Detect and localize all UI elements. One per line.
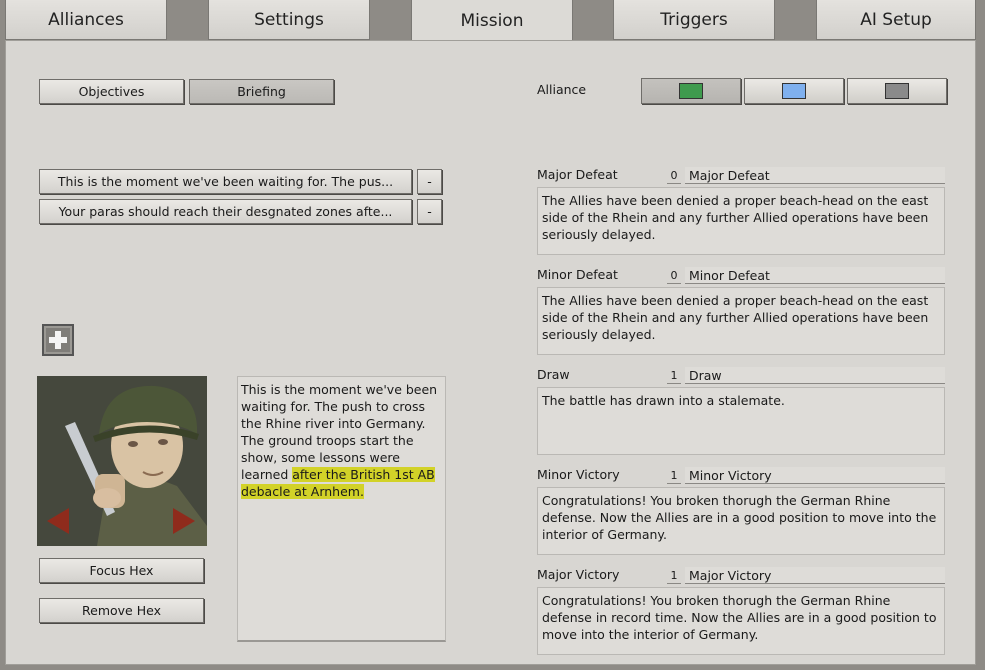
blue-swatch	[782, 83, 806, 99]
briefing-button[interactable]: Briefing	[189, 79, 334, 104]
alliance-blue-button[interactable]	[744, 78, 844, 104]
alliance-label: Alliance	[537, 82, 587, 97]
outcome-text-minor-defeat[interactable]: The Allies have been denied a proper bea…	[537, 287, 945, 355]
outcome-label-major-defeat: Major Defeat	[537, 167, 618, 182]
briefing-entry-1-remove-button[interactable]: -	[417, 169, 442, 194]
outcome-value-minor-victory[interactable]: 1	[667, 468, 681, 484]
outcome-text-draw[interactable]: The battle has drawn into a stalemate.	[537, 387, 945, 455]
outcome-name-minor-defeat[interactable]: Minor Defeat	[685, 267, 945, 284]
outcome-label-draw: Draw	[537, 367, 570, 382]
plus-icon[interactable]	[42, 324, 74, 356]
alliance-gray-button[interactable]	[847, 78, 947, 104]
gray-swatch	[885, 83, 909, 99]
tab-alliances[interactable]: Alliances	[5, 0, 167, 40]
outcome-label-minor-defeat: Minor Defeat	[537, 267, 618, 282]
outcome-label-minor-victory: Minor Victory	[537, 467, 620, 482]
green-swatch	[679, 83, 703, 99]
outcome-name-major-defeat[interactable]: Major Defeat	[685, 167, 945, 184]
focus-hex-button[interactable]: Focus Hex	[39, 558, 204, 583]
briefing-entry-2-remove-button[interactable]: -	[417, 199, 442, 224]
arrow-left-icon[interactable]	[47, 508, 69, 534]
remove-hex-button[interactable]: Remove Hex	[39, 598, 204, 623]
outcome-name-draw[interactable]: Draw	[685, 367, 945, 384]
soldier-portrait	[37, 376, 207, 546]
objectives-button[interactable]: Objectives	[39, 79, 184, 104]
briefing-entry-2[interactable]: Your paras should reach their desgnated …	[39, 199, 412, 224]
tab-ai-setup[interactable]: AI Setup	[816, 0, 976, 40]
outcome-label-major-victory: Major Victory	[537, 567, 620, 582]
tab-mission[interactable]: Mission	[411, 0, 573, 41]
outcome-name-major-victory[interactable]: Major Victory	[685, 567, 945, 584]
outcome-text-minor-victory[interactable]: Congratulations! You broken thorugh the …	[537, 487, 945, 555]
outcome-value-minor-defeat[interactable]: 0	[667, 268, 681, 284]
outcome-value-major-defeat[interactable]: 0	[667, 168, 681, 184]
briefing-entry-1[interactable]: This is the moment we've been waiting fo…	[39, 169, 412, 194]
tab-settings[interactable]: Settings	[208, 0, 370, 40]
outcome-value-major-victory[interactable]: 1	[667, 568, 681, 584]
alliance-green-button[interactable]	[641, 78, 741, 104]
outcome-name-minor-victory[interactable]: Minor Victory	[685, 467, 945, 484]
outcome-value-draw[interactable]: 1	[667, 368, 681, 384]
tab-triggers[interactable]: Triggers	[613, 0, 775, 40]
briefing-textarea[interactable]: This is the moment we've been waiting fo…	[237, 376, 446, 642]
outcome-text-major-defeat[interactable]: The Allies have been denied a proper bea…	[537, 187, 945, 255]
arrow-right-icon[interactable]	[173, 508, 195, 534]
outcome-text-major-victory[interactable]: Congratulations! You broken thorugh the …	[537, 587, 945, 655]
